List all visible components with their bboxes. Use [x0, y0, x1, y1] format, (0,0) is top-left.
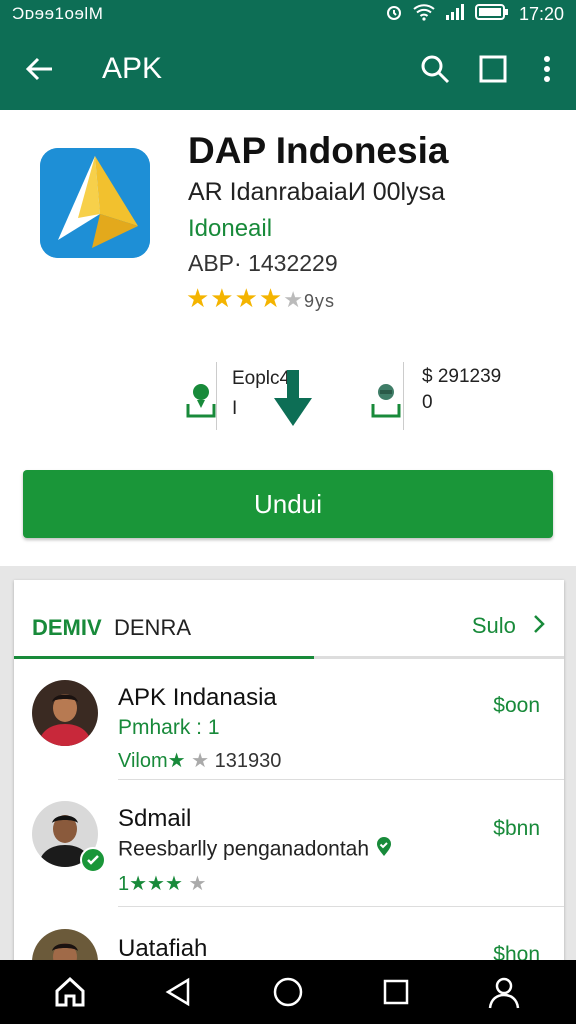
- rating-star-empty: ★: [188, 873, 207, 895]
- back-arrow-icon[interactable]: [22, 52, 56, 86]
- back-triangle-icon[interactable]: [160, 974, 196, 1010]
- list-item-title: APK Indanasia: [118, 684, 277, 711]
- stat-right-label: $ 291239: [422, 366, 502, 387]
- see-more-link[interactable]: Sulo: [472, 613, 546, 640]
- wifi-icon: [413, 3, 435, 26]
- rating-count: 131930: [214, 750, 282, 772]
- status-time: 17:20: [518, 4, 564, 24]
- see-more-label: Sulo: [471, 613, 516, 638]
- status-icons: 17:20: [385, 3, 564, 26]
- stat-divider: [216, 362, 217, 430]
- verified-check-icon: [80, 847, 106, 873]
- battery-icon: [474, 4, 509, 25]
- stat-divider: [403, 362, 404, 430]
- rating-stars-filled: ★: [167, 750, 186, 772]
- chevron-right-icon: [532, 614, 546, 640]
- row-divider: [118, 779, 564, 780]
- home-circle-icon[interactable]: [270, 974, 306, 1010]
- rating-stars-filled: ★★★★: [186, 283, 284, 313]
- list-item-title: Sdmail: [118, 805, 192, 832]
- rating-count: 9ys: [303, 291, 335, 311]
- app-rating: ★★★★★9ys: [186, 283, 335, 314]
- list-item-rating: 1★★★ ★: [118, 871, 206, 896]
- list-item-title: Uatafiah: [118, 935, 208, 962]
- square-icon[interactable]: [476, 52, 510, 86]
- home-icon[interactable]: [52, 974, 88, 1010]
- app-identifier: ABP· 1432229: [188, 250, 338, 276]
- list-item-price: $bnn: [493, 817, 540, 840]
- alarm-icon: [385, 3, 403, 26]
- avatar: [32, 680, 98, 746]
- app-bar: APK: [0, 28, 576, 110]
- system-nav-bar: [0, 960, 576, 1024]
- app-logo-icon: [40, 148, 150, 258]
- stat-left-value: I: [232, 398, 238, 419]
- profile-icon[interactable]: [486, 974, 522, 1010]
- search-icon[interactable]: [418, 52, 452, 86]
- more-vert-icon[interactable]: [530, 52, 564, 86]
- list-item-subtitle: Reesbarlly penganadontah: [118, 837, 393, 863]
- tab-other[interactable]: DENRA: [114, 615, 191, 641]
- recents-square-icon[interactable]: [378, 974, 414, 1010]
- list-item-rating: Vilom★ ★ 131930: [118, 748, 281, 773]
- status-carrier: Ͻᴅɘɘ1ᴏɘlM: [12, 4, 104, 23]
- tab-indicator: [14, 656, 564, 659]
- tab-active[interactable]: DEMIV: [32, 615, 102, 641]
- rating-stars-filled: 1★★★: [118, 873, 183, 895]
- status-bar: Ͻᴅɘɘ1ᴏɘlM 17:20: [0, 0, 576, 28]
- list-item[interactable]: Sdmail Reesbarlly penganadontah 1★★★ ★ $…: [14, 795, 564, 907]
- rating-star-empty: ★: [283, 287, 304, 312]
- badge-person-icon: [370, 380, 402, 425]
- verified-pin-icon: [375, 837, 393, 863]
- page-title: APK: [102, 52, 163, 85]
- download-arrow-icon[interactable]: [272, 370, 314, 433]
- list-item-subtitle: Pmhark : 1: [118, 716, 220, 739]
- app-category[interactable]: Idoneail: [188, 215, 272, 243]
- list-item-price: $oon: [493, 694, 540, 717]
- install-button[interactable]: Undui: [23, 470, 553, 538]
- list-item[interactable]: APK Indanasia Pmhark : 1 Vilom★ ★ 131930…: [14, 670, 564, 780]
- row-divider: [118, 906, 564, 907]
- rating-star-empty: ★: [191, 750, 210, 772]
- app-name: DAP Indonesia: [188, 130, 449, 171]
- signal-icon: [445, 3, 465, 26]
- list-item-subtitle-text: Reesbarlly penganadontah: [118, 837, 370, 861]
- app-developer[interactable]: AR IdanrabaiaИ 00lysa: [188, 178, 445, 207]
- location-pin-icon: [186, 380, 216, 425]
- related-apps-card: DEMIV DENRA Sulo APK Indanasia Pmhark : …: [14, 580, 564, 995]
- stat-right-value: 0: [422, 392, 433, 413]
- rating-prefix: Vilom: [118, 750, 168, 772]
